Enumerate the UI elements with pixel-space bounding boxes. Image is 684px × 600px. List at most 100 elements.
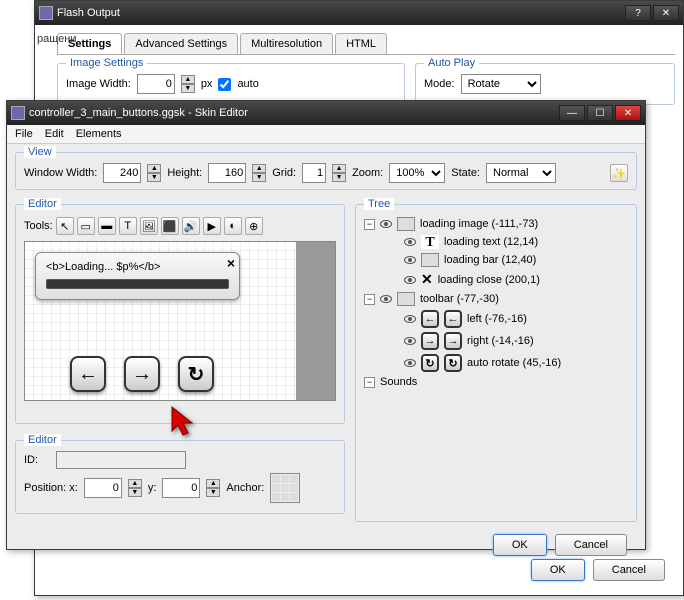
x-spinner[interactable]: ▲▼ bbox=[128, 479, 142, 497]
app-icon bbox=[39, 6, 53, 20]
cancel-button[interactable]: Cancel bbox=[555, 534, 627, 556]
progress-bar bbox=[46, 279, 229, 289]
sound-tool-icon[interactable]: 🔊 bbox=[182, 217, 200, 235]
tree-node-loading-bar[interactable]: loading bar (12,40) bbox=[364, 251, 628, 269]
tab-multiresolution[interactable]: Multiresolution bbox=[240, 33, 333, 54]
tree-node-loading-text[interactable]: T loading text (12,14) bbox=[364, 233, 628, 251]
height-input[interactable] bbox=[208, 163, 246, 183]
left-arrow-icon: ← bbox=[421, 310, 439, 328]
titlebar[interactable]: controller_3_main_buttons.ggsk - Skin Ed… bbox=[7, 101, 645, 125]
window-title: Flash Output bbox=[57, 7, 621, 19]
rotate-icon: ↻ bbox=[421, 354, 439, 372]
cancel-button[interactable]: Cancel bbox=[593, 559, 665, 581]
window-width-label: Window Width: bbox=[24, 167, 97, 179]
px-label: px bbox=[201, 78, 213, 90]
skin-editor-window: controller_3_main_buttons.ggsk - Skin Ed… bbox=[6, 100, 646, 550]
tree-node-right[interactable]: → → right (-14,-16) bbox=[364, 330, 628, 352]
minimize-button[interactable]: — bbox=[559, 105, 585, 121]
h-spinner[interactable]: ▲▼ bbox=[252, 164, 266, 182]
tabs: Settings Advanced Settings Multiresoluti… bbox=[57, 33, 675, 55]
tab-html[interactable]: HTML bbox=[335, 33, 387, 54]
pointer-tool-icon[interactable]: ↖ bbox=[56, 217, 74, 235]
width-spinner[interactable]: ▲▼ bbox=[181, 75, 195, 93]
titlebar[interactable]: Flash Output ? ✕ bbox=[35, 1, 683, 25]
app-icon bbox=[11, 106, 25, 120]
tree-node-loading-image[interactable]: − loading image (-111,-73) bbox=[364, 215, 628, 233]
wand-icon[interactable]: ✨ bbox=[610, 164, 628, 182]
position-label: Position: x: bbox=[24, 482, 78, 494]
autoplay-legend: Auto Play bbox=[424, 57, 479, 69]
menu-edit[interactable]: Edit bbox=[45, 128, 64, 140]
window-title: controller_3_main_buttons.ggsk - Skin Ed… bbox=[29, 107, 555, 119]
zoom-select[interactable]: 100% bbox=[389, 163, 445, 183]
tree-node-loading-close[interactable]: ✕ loading close (200,1) bbox=[364, 269, 628, 290]
eye-icon[interactable] bbox=[380, 220, 392, 228]
container-icon bbox=[397, 292, 415, 306]
anchor-picker[interactable] bbox=[270, 473, 300, 503]
tree-node-sounds[interactable]: − Sounds bbox=[364, 374, 628, 390]
image-tool-icon[interactable]: 🖼 bbox=[140, 217, 158, 235]
expander-icon[interactable]: − bbox=[364, 294, 375, 305]
eye-icon[interactable] bbox=[380, 295, 392, 303]
target-tool-icon[interactable]: ⊕ bbox=[245, 217, 263, 235]
tree-legend: Tree bbox=[364, 198, 394, 210]
pos-x-input[interactable] bbox=[84, 478, 122, 498]
height-label: Height: bbox=[167, 167, 202, 179]
eye-icon[interactable] bbox=[404, 337, 416, 345]
image-settings-legend: Image Settings bbox=[66, 57, 147, 69]
menu-elements[interactable]: Elements bbox=[76, 128, 122, 140]
video-tool-icon[interactable]: ▶ bbox=[203, 217, 221, 235]
state-select[interactable]: Normal bbox=[486, 163, 556, 183]
view-legend: View bbox=[24, 146, 56, 158]
left-button[interactable]: ← bbox=[70, 356, 106, 392]
auto-label: auto bbox=[237, 78, 258, 90]
right-button[interactable]: → bbox=[124, 356, 160, 392]
rect-icon bbox=[421, 253, 439, 267]
tree-node-toolbar[interactable]: − toolbar (-77,-30) bbox=[364, 290, 628, 308]
ok-button[interactable]: OK bbox=[531, 559, 585, 581]
text-tool-icon[interactable]: T bbox=[119, 217, 137, 235]
maximize-button[interactable]: ☐ bbox=[587, 105, 613, 121]
window-width-input[interactable] bbox=[103, 163, 141, 183]
help-button[interactable]: ? bbox=[625, 5, 651, 21]
close-button[interactable]: ✕ bbox=[615, 105, 641, 121]
rotate-button[interactable]: ↻ bbox=[178, 356, 214, 392]
mode-label: Mode: bbox=[424, 78, 455, 90]
menubar: File Edit Elements bbox=[7, 125, 645, 144]
tree: − loading image (-111,-73) T loading tex… bbox=[364, 215, 628, 390]
tree-node-left[interactable]: ← ← left (-76,-16) bbox=[364, 308, 628, 330]
eye-icon[interactable] bbox=[404, 256, 416, 264]
mode-select[interactable]: Rotate bbox=[461, 74, 541, 94]
tree-node-autorotate[interactable]: ↻ ↻ auto rotate (45,-16) bbox=[364, 352, 628, 374]
auto-checkbox[interactable] bbox=[218, 78, 231, 91]
menu-file[interactable]: File bbox=[15, 128, 33, 140]
id-label: ID: bbox=[24, 454, 50, 466]
eye-icon[interactable] bbox=[404, 276, 416, 284]
editor-props-legend: Editor bbox=[24, 434, 61, 446]
expander-icon[interactable]: − bbox=[364, 219, 375, 230]
expander-icon[interactable]: − bbox=[364, 377, 375, 388]
eye-icon[interactable] bbox=[404, 238, 416, 246]
ok-button[interactable]: OK bbox=[493, 534, 547, 556]
loading-text: <b>Loading... $p%</b> bbox=[46, 261, 229, 273]
misc-tool-icon[interactable]: ◐ bbox=[224, 217, 242, 235]
text-icon: T bbox=[421, 235, 439, 249]
container-icon bbox=[397, 217, 415, 231]
rect-tool-icon[interactable]: ▬ bbox=[98, 217, 116, 235]
grid-spinner[interactable]: ▲▼ bbox=[332, 164, 346, 182]
grid-input[interactable] bbox=[302, 163, 326, 183]
y-spinner[interactable]: ▲▼ bbox=[206, 479, 220, 497]
image-width-input[interactable] bbox=[137, 74, 175, 94]
close-button[interactable]: ✕ bbox=[653, 5, 679, 21]
canvas[interactable]: × <b>Loading... $p%</b> ← → ↻ bbox=[24, 241, 336, 401]
container-tool-icon[interactable]: ▭ bbox=[77, 217, 95, 235]
ww-spinner[interactable]: ▲▼ bbox=[147, 164, 161, 182]
eye-icon[interactable] bbox=[404, 315, 416, 323]
loading-panel[interactable]: × <b>Loading... $p%</b> bbox=[35, 252, 240, 300]
eye-icon[interactable] bbox=[404, 359, 416, 367]
hotspot-tool-icon[interactable]: ⬛ bbox=[161, 217, 179, 235]
tab-advanced[interactable]: Advanced Settings bbox=[124, 33, 238, 54]
pos-y-input[interactable] bbox=[162, 478, 200, 498]
id-input[interactable] bbox=[56, 451, 186, 469]
close-icon[interactable]: × bbox=[227, 255, 235, 271]
